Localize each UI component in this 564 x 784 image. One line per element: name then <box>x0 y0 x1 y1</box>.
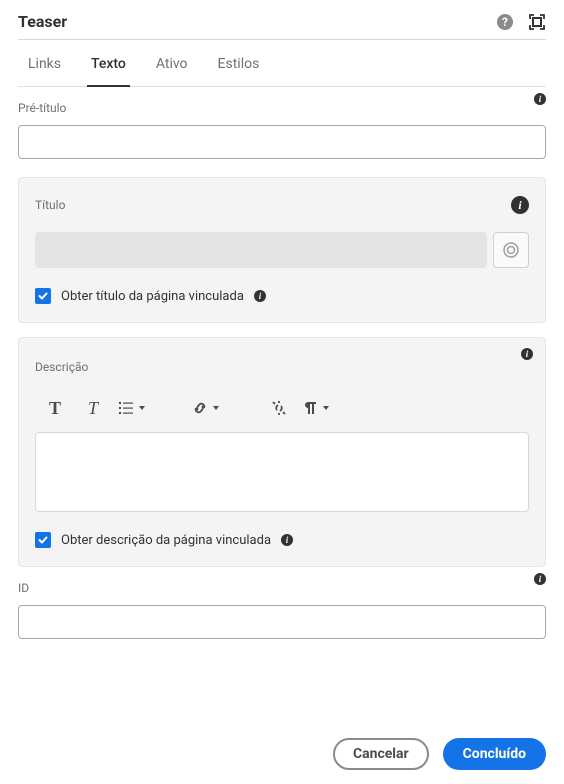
tab-ativo[interactable]: Ativo <box>154 56 190 86</box>
info-icon[interactable]: i <box>281 534 293 546</box>
tab-texto[interactable]: Texto <box>89 56 128 86</box>
unlink-icon[interactable] <box>265 394 293 422</box>
done-button[interactable]: Concluído <box>443 738 546 770</box>
pretitle-field: i Pré-título <box>18 87 546 163</box>
title-panel: Título i Obter título da página vinculad… <box>18 177 546 323</box>
cancel-button[interactable]: Cancelar <box>333 738 429 770</box>
description-checkbox-row: Obter descrição da página vinculada i <box>35 532 529 548</box>
description-panel: i Descrição T T <box>18 337 546 567</box>
dialog-title: Teaser <box>18 12 67 31</box>
link-icon[interactable] <box>191 394 221 422</box>
description-checkbox[interactable] <box>35 532 51 548</box>
description-editor[interactable] <box>35 432 529 512</box>
id-input[interactable] <box>18 605 546 639</box>
tab-list: Links Texto Ativo Estilos <box>18 44 546 87</box>
title-checkbox-label: Obter título da página vinculada <box>61 289 244 304</box>
dialog-header: Teaser ? <box>18 12 546 39</box>
title-checkbox-row: Obter título da página vinculada i <box>35 288 529 304</box>
list-icon[interactable] <box>117 394 147 422</box>
id-label: ID <box>18 581 546 595</box>
info-icon[interactable]: i <box>534 93 546 105</box>
title-picker-button[interactable] <box>493 232 529 268</box>
info-icon[interactable]: i <box>254 290 266 302</box>
italic-icon[interactable]: T <box>79 394 107 422</box>
dialog-footer: Cancelar Concluído <box>333 738 546 770</box>
title-label: Título <box>35 198 65 212</box>
paragraph-icon[interactable] <box>303 394 331 422</box>
info-icon[interactable]: i <box>534 573 546 585</box>
tab-links[interactable]: Links <box>26 56 63 86</box>
info-icon[interactable]: i <box>521 348 533 360</box>
rte-toolbar: T T <box>35 384 529 432</box>
title-input-disabled <box>35 232 487 268</box>
help-icon[interactable]: ? <box>496 13 514 31</box>
divider <box>18 39 546 40</box>
description-label: Descrição <box>35 360 529 374</box>
description-checkbox-label: Obter descrição da página vinculada <box>61 533 271 548</box>
bold-icon[interactable]: T <box>41 394 69 422</box>
tab-estilos[interactable]: Estilos <box>216 56 262 86</box>
svg-text:?: ? <box>502 15 508 29</box>
pretitle-label: Pré-título <box>18 101 546 115</box>
pretitle-input[interactable] <box>18 125 546 159</box>
info-icon[interactable]: i <box>511 196 529 214</box>
id-field: i ID <box>18 567 546 643</box>
fullscreen-icon[interactable] <box>528 13 546 31</box>
title-checkbox[interactable] <box>35 288 51 304</box>
